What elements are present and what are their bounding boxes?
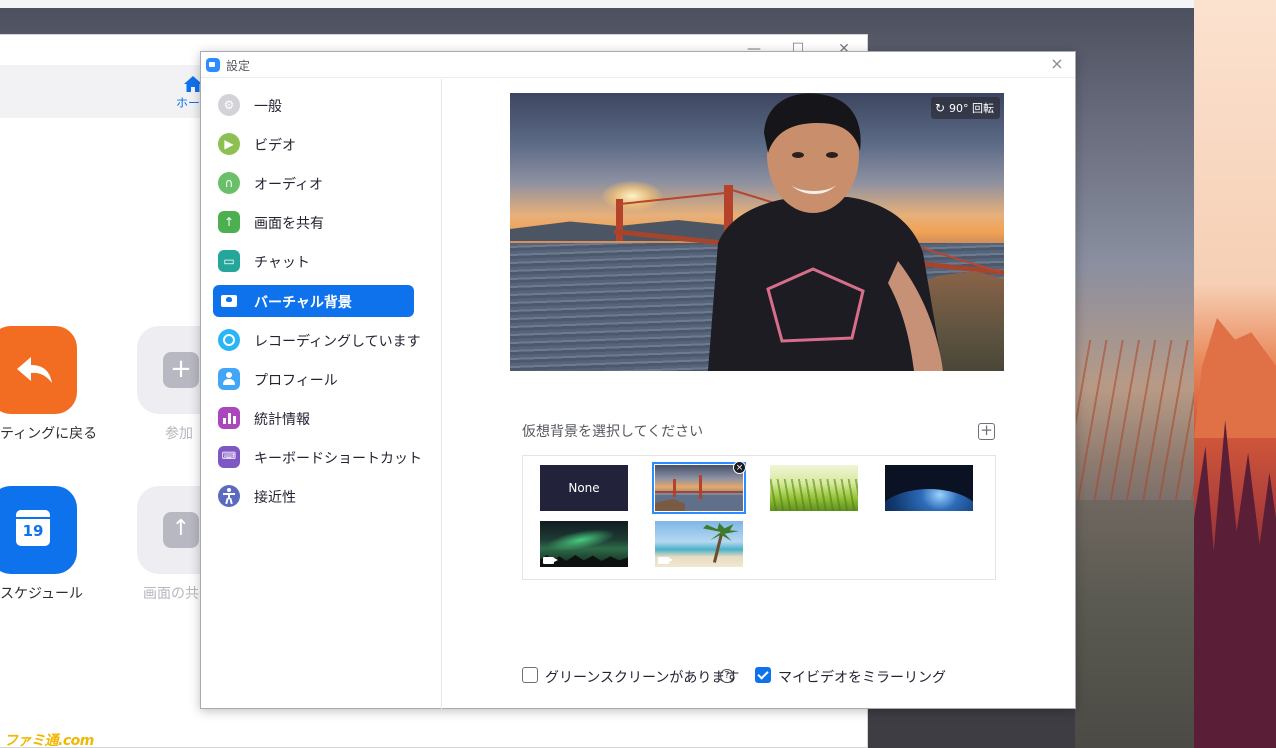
sidebar-item-label: 一般 [254,99,282,115]
video-preview: ↻ 90° 回転 [510,93,1004,371]
sidebar-item-label: レコーディングしています [254,334,421,350]
sidebar-item-chat[interactable]: ▭ チャット [213,245,414,277]
mirror-video-label: マイビデオをミラーリング [778,670,946,686]
rotate-icon: ↻ [934,101,945,115]
sidebar-item-statistics[interactable]: 統計情報 [213,402,414,434]
tab-home-label: ホー [176,96,201,110]
share-screen-icon: ↑ [218,211,240,233]
settings-title: 設定 [226,59,251,73]
share-up-arrow-icon: ↑ [163,512,199,548]
green-screen-option: グリーンスクリーンがあります ? [522,666,740,686]
background-thumb-none[interactable]: None [540,465,628,511]
settings-close-button[interactable]: × [1047,54,1067,74]
video-clip-icon [543,557,558,564]
background-thumb-beach[interactable] [655,521,743,567]
sidebar-item-keyboard-shortcuts[interactable]: ⌨ キーボードショートカット [213,441,422,473]
rotate-90-button[interactable]: ↻ 90° 回転 [930,97,1000,119]
sidebar-item-label: 画面を共有 [254,216,324,232]
settings-dialog: 設定 × ⚙ 一般 ▶ ビデオ ∩ オーディオ ↑ 画面を共有 ▭ チャット バ… [200,51,1076,709]
sidebar-item-general[interactable]: ⚙ 一般 [213,89,414,121]
delete-background-button[interactable]: × [733,461,746,474]
wallpaper-bridge-cables [1075,340,1195,500]
sidebar-item-label: キーボードショートカット [254,451,422,467]
wallpaper-rocks [1075,500,1195,748]
chat-icon: ▭ [218,250,240,272]
sidebar-item-share-screen[interactable]: ↑ 画面を共有 [213,206,414,238]
sidebar-item-audio[interactable]: ∩ オーディオ [213,167,414,199]
schedule-button[interactable]: 19 [0,486,77,574]
share-screen-label: 画面の共 [143,586,199,602]
calendar-day: 19 [22,522,44,540]
return-arrow-icon [17,357,52,383]
rotate-label: 90° 回転 [949,102,994,115]
sidebar-item-label: バーチャル背景 [254,295,352,311]
sidebar-item-recording[interactable]: レコーディングしています [213,324,421,356]
sidebar-item-label: プロフィール [254,373,338,389]
accessibility-icon [218,485,240,507]
mirror-video-option: マイビデオをミラーリング [755,666,946,686]
video-icon: ▶ [218,133,240,155]
settings-sidebar: ⚙ 一般 ▶ ビデオ ∩ オーディオ ↑ 画面を共有 ▭ チャット バーチャル背… [201,79,442,709]
gear-icon: ⚙ [218,94,240,116]
keyboard-icon: ⌨ [218,446,240,468]
rejoin-meeting-button[interactable] [0,326,77,414]
join-label: 参加 [165,426,193,442]
record-icon [218,329,240,351]
add-background-button[interactable]: + [978,423,995,440]
background-thumb-grass[interactable] [770,465,858,511]
sidebar-item-accessibility[interactable]: 接近性 [213,480,414,512]
green-screen-checkbox[interactable] [522,667,538,683]
plus-icon: + [163,352,199,388]
sidebar-item-label: 接近性 [254,490,296,506]
background-thumb-golden-gate[interactable] [652,462,746,514]
settings-titlebar: 設定 × [201,52,1075,78]
choose-background-label: 仮想背景を選択してください [522,424,704,440]
zoom-app-icon [206,58,220,72]
desktop-top-strip [0,0,1194,8]
background-thumb-earth[interactable] [885,465,973,511]
background-thumb-aurora[interactable] [540,521,628,567]
person-silhouette [708,93,943,371]
green-screen-label: グリーンスクリーンがあります [545,670,740,686]
help-icon[interactable]: ? [720,669,734,683]
sidebar-item-label: ビデオ [254,138,296,154]
sidebar-item-virtual-background[interactable]: バーチャル背景 [213,285,414,317]
preview-sun [602,181,662,211]
rejoin-meeting-label: ティングに戻る [0,426,98,442]
sidebar-item-profile[interactable]: プロフィール [213,363,414,395]
mirror-video-checkbox[interactable] [755,667,771,683]
headphones-icon: ∩ [218,172,240,194]
watermark-logo: ファミ通.com [4,733,94,748]
virtual-background-icon [218,290,240,312]
schedule-label: スケジュール [0,586,84,602]
statistics-icon [218,407,240,429]
sidebar-item-video[interactable]: ▶ ビデオ [213,128,414,160]
calendar-icon: 19 [16,510,50,546]
profile-icon [218,368,240,390]
video-clip-icon [658,557,673,564]
sidebar-item-label: 統計情報 [254,412,310,428]
background-gallery: None × [522,455,996,580]
sidebar-item-label: オーディオ [254,177,324,193]
sidebar-item-label: チャット [254,255,310,271]
